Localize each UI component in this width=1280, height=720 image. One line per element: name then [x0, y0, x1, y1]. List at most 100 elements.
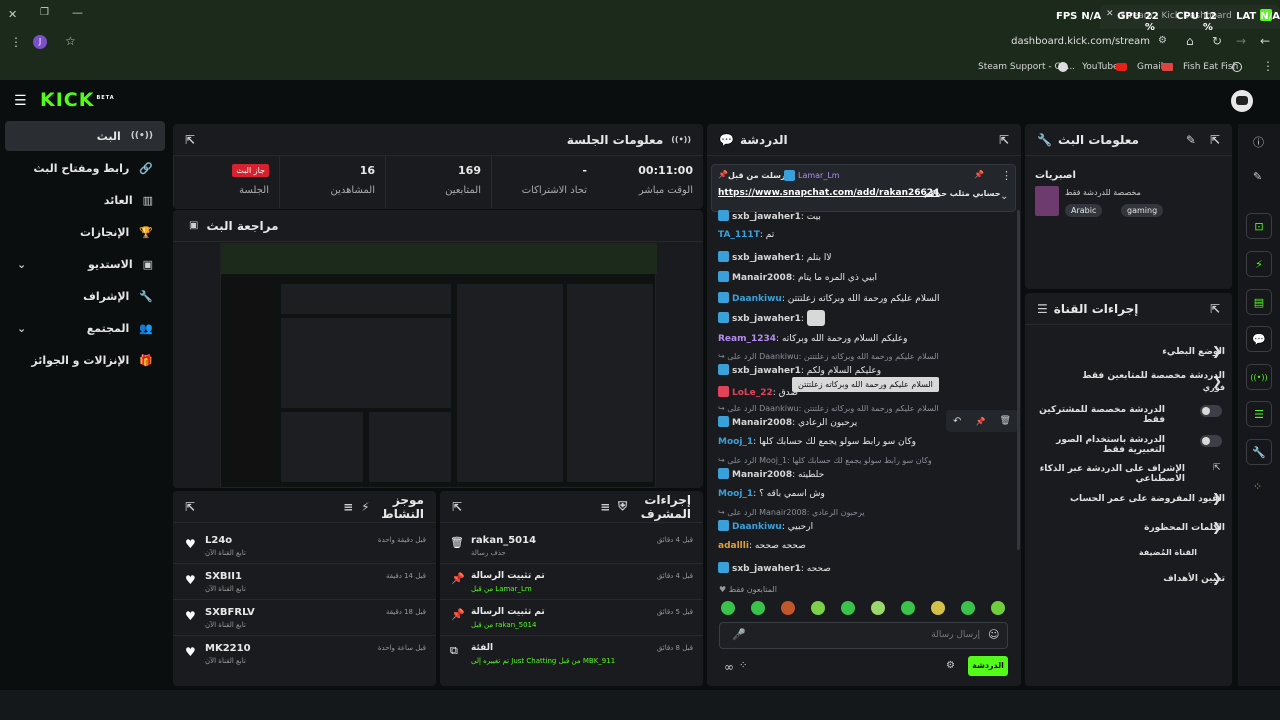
- list-tool-icon[interactable]: ☰: [1246, 401, 1272, 427]
- chat-message[interactable]: Manair2008: حلطيته: [718, 468, 1018, 480]
- filter-icon[interactable]: ≡: [600, 500, 610, 514]
- chat-input[interactable]: 🎤 إرسال رسالة ☺: [719, 622, 1008, 649]
- emoji-icon[interactable]: ☺: [988, 628, 999, 641]
- profile-avatar[interactable]: J: [33, 35, 47, 49]
- chat-message[interactable]: Daankiwu: السلام عليكم ورحمة الله وبركات…: [718, 292, 1018, 304]
- tag-chip[interactable]: gaming: [1121, 204, 1164, 217]
- chat-username[interactable]: sxb_jawaher1: [732, 314, 801, 324]
- nav-item-community[interactable]: 👥 المجتمع ⌄: [5, 313, 165, 343]
- set-goals-row[interactable]: تعيين الأهداف: [1035, 574, 1225, 584]
- chat-reply-context[interactable]: ↪ الرد على Mooj_1: وكان سو رابط سولو يجم…: [718, 456, 1018, 465]
- restore-window-icon[interactable]: ❐: [40, 7, 49, 18]
- chat-username[interactable]: sxb_jawaher1: [732, 564, 801, 574]
- chevron-left-icon[interactable]: ❯: [1212, 491, 1222, 505]
- chat-username[interactable]: sxb_jawaher1: [732, 253, 801, 263]
- nav-item-revenue[interactable]: ▥ العائد: [5, 185, 165, 215]
- nav-item-drops[interactable]: 🎁 الإنزالات و الجوائز: [5, 345, 165, 375]
- unpin-icon[interactable]: 📌: [974, 170, 984, 179]
- emote-icon[interactable]: [721, 601, 735, 615]
- chat-message[interactable]: TA_111T: تم: [718, 230, 1018, 240]
- emote-icon[interactable]: [781, 601, 795, 615]
- chat-message[interactable]: sxb_jawaher1: لاا بتلم: [718, 251, 1018, 263]
- chat-username[interactable]: TA_111T: [718, 230, 760, 240]
- kick-logo[interactable]: KICK BETA: [40, 89, 115, 111]
- stream-preview-video[interactable]: [220, 243, 657, 488]
- slow-mode-row[interactable]: الوضع البطيء: [1035, 347, 1225, 357]
- chat-scrollbar[interactable]: [1017, 210, 1020, 550]
- activity-username[interactable]: SXBFRLV: [205, 607, 255, 618]
- activity-username[interactable]: SXBII1: [205, 571, 242, 582]
- external-link-icon[interactable]: ⇱: [1213, 463, 1221, 473]
- chat-username[interactable]: Daankiwu: [732, 294, 782, 304]
- bookmark-gmail[interactable]: Gmail: [1137, 62, 1163, 72]
- chevron-left-icon[interactable]: ❯: [1212, 571, 1222, 585]
- popout-icon[interactable]: ⇱: [185, 133, 195, 147]
- account-age-row[interactable]: القيود المفروضة على عمر الحساب: [1035, 494, 1225, 504]
- microphone-icon[interactable]: 🎤: [732, 628, 746, 641]
- chevron-left-icon[interactable]: ❯: [1212, 344, 1222, 358]
- chevron-left-icon[interactable]: ❯: [1212, 520, 1222, 534]
- emotes-only-toggle[interactable]: [1200, 435, 1222, 447]
- pin-icon[interactable]: 📌: [975, 417, 985, 426]
- trash-icon[interactable]: 🗑: [1000, 416, 1011, 426]
- close-window-icon[interactable]: ✕: [8, 8, 17, 21]
- emote-icon[interactable]: [841, 601, 855, 615]
- popout-icon[interactable]: ⇱: [185, 500, 195, 514]
- chat-username[interactable]: Mooj_1: [718, 489, 753, 499]
- broadcast-tool-icon[interactable]: ((•)): [1246, 364, 1272, 390]
- kebab-menu-icon[interactable]: ⋮: [10, 35, 22, 49]
- chat-message[interactable]: sxb_jawaher1: بيت: [718, 210, 1018, 222]
- popout-icon[interactable]: ⇱: [999, 133, 1009, 147]
- chat-message[interactable]: Mooj_1: وكان سو رابط سولو يجمع لك حسابك …: [718, 437, 1018, 447]
- emote-icon[interactable]: [991, 601, 1005, 615]
- chat-reply-context[interactable]: ↪ الرد على Manair2008: يرحبون الرعادي: [718, 508, 1018, 517]
- minimize-window-icon[interactable]: —: [72, 6, 83, 19]
- pinned-username[interactable]: Lamar_Lm: [798, 171, 840, 180]
- filter-icon[interactable]: ≡: [343, 500, 353, 514]
- chat-message[interactable]: Ream_1234: وعليكم السلام ورحمة الله وبرك…: [718, 334, 1018, 344]
- nav-item-studio[interactable]: ▣ الاستديو ⌄: [5, 249, 165, 279]
- bolt-tool-icon[interactable]: ⚡: [1246, 251, 1272, 277]
- chat-message[interactable]: Daankiwu: ارحبيي: [718, 520, 1018, 532]
- chat-username[interactable]: Daankiwu: [732, 522, 782, 532]
- popout-icon[interactable]: ⇱: [1210, 133, 1220, 147]
- back-icon[interactable]: ←: [1260, 34, 1270, 48]
- nav-item-stream-key[interactable]: 🔗 رابط ومفتاح البث: [5, 153, 165, 183]
- chat-message[interactable]: Manair2008: يرحبون الرعادي: [718, 416, 938, 428]
- nav-item-achievements[interactable]: 🏆 الإنجازات: [5, 217, 165, 247]
- pinned-link[interactable]: https://www.snapchat.com/add/rakan26624: [718, 188, 939, 198]
- emote-icon[interactable]: [811, 601, 825, 615]
- chat-username[interactable]: sxb_jawaher1: [732, 212, 801, 222]
- chevron-down-icon[interactable]: ⌄: [1000, 191, 1008, 202]
- user-avatar[interactable]: [1231, 90, 1253, 112]
- url-field[interactable]: dashboard.kick.com/stream: [1000, 36, 1150, 47]
- bookmark-star-icon[interactable]: ☆: [65, 34, 76, 48]
- edit-pencil-icon[interactable]: ✎: [1253, 170, 1262, 183]
- reply-icon[interactable]: ↶: [953, 416, 961, 427]
- followers-only-row[interactable]: الدردشة مخصصة للمتابعين فقط: [1035, 371, 1225, 381]
- chat-message[interactable]: Mooj_1: وش اسمي باقه ؟: [718, 489, 1018, 499]
- send-chat-button[interactable]: الدردشة: [968, 656, 1008, 676]
- pinned-message[interactable]: 📌 أرسلت من قبل Lamar_Lm 📌 ⋮ https://www.…: [711, 164, 1016, 212]
- info-icon[interactable]: ⓘ: [1253, 134, 1264, 150]
- popout-icon[interactable]: ⇱: [452, 500, 462, 514]
- document-tool-icon[interactable]: ▤: [1246, 289, 1272, 315]
- subscribers-only-toggle[interactable]: [1200, 405, 1222, 417]
- bookmark-youtube[interactable]: YouTube: [1082, 62, 1119, 72]
- edit-pencil-icon[interactable]: ✎: [1186, 133, 1196, 147]
- more-options-icon[interactable]: ⋮: [1001, 169, 1012, 182]
- infinity-icon[interactable]: ∞: [724, 660, 734, 674]
- chat-message[interactable]: sxb_jawaher1:: [718, 310, 1018, 328]
- chat-message[interactable]: adallli: صححه صححه: [718, 541, 1018, 551]
- emote-icon[interactable]: [931, 601, 945, 615]
- clip-tool-icon[interactable]: ⊡: [1246, 213, 1272, 239]
- bookmark-fish-eat-fish[interactable]: Fish Eat Fish: [1183, 62, 1238, 72]
- site-settings-icon[interactable]: ⚙: [1158, 35, 1167, 46]
- home-icon[interactable]: ⌂: [1186, 34, 1194, 48]
- chat-username[interactable]: Manair2008: [732, 470, 792, 480]
- chat-message[interactable]: sxb_jawaher1: وعليكم السلام ولكم: [718, 364, 1018, 376]
- chat-username[interactable]: Ream_1234: [718, 334, 776, 344]
- chat-tool-icon[interactable]: 💬: [1246, 326, 1272, 352]
- activity-username[interactable]: L24o: [205, 535, 232, 546]
- emote-icon[interactable]: [901, 601, 915, 615]
